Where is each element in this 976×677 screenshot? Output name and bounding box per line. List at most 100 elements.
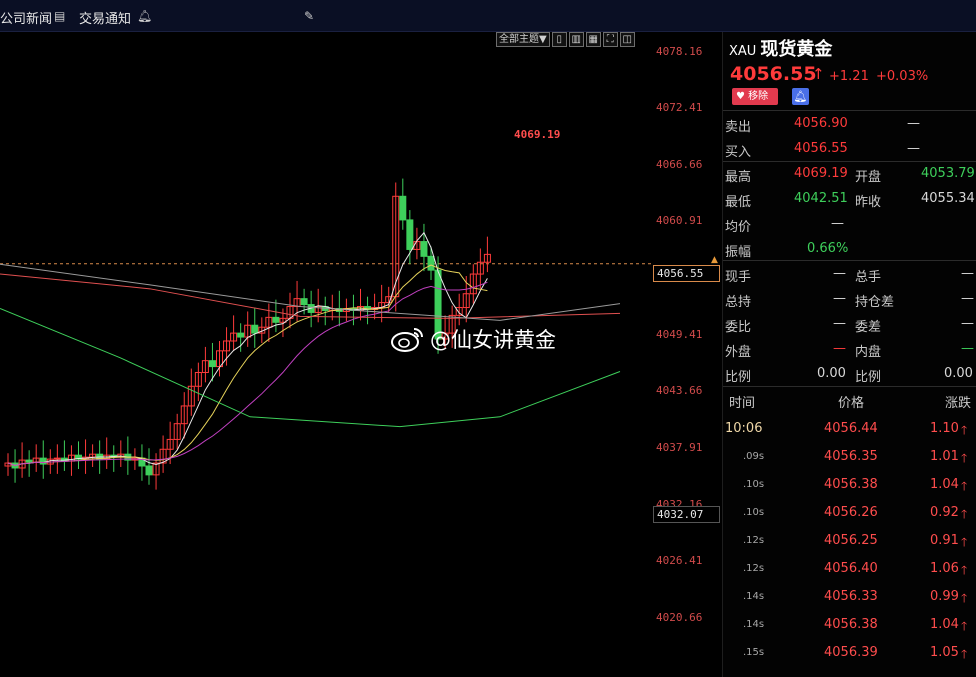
current-price-label: 4056.55 [653,265,720,282]
outer-value: — [833,341,846,356]
prev-close-value: 4055.34 [921,191,975,206]
sell-value: 4056.90 [794,116,848,131]
percent-value: 0.00 [817,366,846,381]
tick-price: 4056.25 [824,533,878,548]
price-change-pct: +0.03% [876,69,929,84]
tick-change: 0.99 [930,589,959,604]
quote-panel: XAU 现货黄金 4056.55 ↑ +1.21 +0.03% ♥ 移除 🔔︎ 卖… [722,32,976,677]
prev-close-label: 昨收 [855,195,882,210]
up-arrow-icon: 🡑 [961,619,968,633]
layout-1-icon[interactable]: ▯ [551,32,567,47]
avg-label: 均价 [725,220,752,235]
theme-dropdown[interactable]: 全部主题▼ [496,32,550,47]
symbol-name: 现货黄金 [760,39,833,60]
price-header: 价格 [838,396,865,411]
percent-row: 比例 0.00 比例 0.00 [723,362,976,387]
percent-label: 比例 [725,370,752,385]
amplitude-value: 0.66% [807,241,849,256]
tick-row: .12s 4056.40 1.06 🡑 [723,555,976,583]
hold-diff-value: — [961,291,974,306]
up-arrow-icon: 🡑 [961,563,968,577]
tick-price: 4056.38 [824,617,878,632]
tick-time: .09s [743,451,765,462]
tick-row: .10s 4056.26 0.92 🡑 [723,499,976,527]
ma20-line [7,281,488,467]
alert-bell-button[interactable]: 🔔︎ [792,88,809,105]
tick-price: 4056.33 [824,589,878,604]
high-open-row: 最高 4069.19 开盘 4053.79 [723,162,976,187]
order-ratio-label: 委比 [725,320,752,335]
up-arrow-icon: 🡑 [961,479,968,493]
ticks-header: 时间 价格 涨跌 [723,388,976,413]
outer-inner-row: 外盘 — 内盘 — [723,337,976,362]
y-tick: 4072.41 [656,101,703,114]
document-icon[interactable]: ▤ [54,9,66,23]
tick-change: 1.10 [930,421,959,436]
pen-icon[interactable]: ✎ [304,9,316,23]
candle-body [420,241,428,257]
weibo-icon [391,328,423,352]
ma10-line [7,264,488,467]
remove-watchlist-button[interactable]: ♥ 移除 [732,88,778,105]
avg-value: — [831,216,844,231]
last-price: 4056.55 [730,63,817,85]
bell-icon[interactable]: 🔔︎ [137,9,152,23]
y-tick: 4020.66 [656,611,703,624]
up-arrow-icon: ↑ [812,65,825,83]
outer-label: 外盘 [725,345,752,360]
open-value: 4053.79 [921,166,975,181]
fullscreen-icon[interactable]: ⛶ [602,32,618,47]
candle-body [272,316,280,323]
tick-row: .15s 4056.39 1.05 🡑 [723,639,976,667]
tick-price: 4056.26 [824,505,878,520]
change-header: 涨跌 [945,396,972,411]
quote-header: XAU 现货黄金 [729,35,832,61]
total-volume-label: 总手 [855,270,882,285]
chart-canvas[interactable] [0,32,722,677]
total-hold-value: — [833,291,846,306]
volume-row: 现手 — 总手 — [723,262,976,287]
tick-time: .12s [743,563,765,574]
symbol-code: XAU [729,44,757,59]
amplitude-row: 振幅 0.66% [723,237,976,262]
layout-3-icon[interactable]: ▦ [585,32,601,47]
time-header: 时间 [729,396,756,411]
y-tick: 4026.41 [656,554,703,567]
total-hold-label: 总持 [725,295,752,310]
tick-row: .14s 4056.38 1.04 🡑 [723,611,976,639]
trade-notice-link[interactable]: 交易通知 [79,8,131,27]
divider [723,260,976,261]
tick-change: 1.01 [930,449,959,464]
top-bar: 公司新闻 ▤ 交易通知 🔔︎ ✎ [0,0,976,32]
tick-row: 10:06 4056.44 1.10 🡑 [723,415,976,443]
layout-2-icon[interactable]: ▥ [568,32,584,47]
divider [723,386,976,387]
y-tick: 4078.16 [656,45,703,58]
split-icon[interactable]: ◫ [619,32,635,47]
tick-time: .10s [743,507,765,518]
sell-label: 卖出 [725,120,752,135]
sell-volume: — [907,116,920,131]
avg-row: 均价 — [723,212,976,237]
company-news-link[interactable]: 公司新闻 [0,8,52,27]
sell-row: 卖出 4056.90 — [723,112,976,137]
buy-label: 买入 [725,145,752,160]
low-value: 4042.51 [794,191,848,206]
order-ratio-value: — [833,316,846,331]
tick-time: .14s [743,619,765,630]
tick-row: .14s 4056.33 0.99 🡑 [723,583,976,611]
order-diff-label: 委差 [855,320,882,335]
high-label: 最高 [725,170,752,185]
kline-chart[interactable]: 全部主题▼ ▯ ▥ ▦ ⛶ ◫ 4078.16 4072.41 4066.66 … [0,32,722,677]
price-change: +1.21 [829,69,869,84]
tick-change: 1.05 [930,645,959,660]
tick-change: 0.92 [930,505,959,520]
tick-time: .10s [743,479,765,490]
buy-value: 4056.55 [794,141,848,156]
up-arrow-icon: 🡑 [961,507,968,521]
open-label: 开盘 [855,170,882,185]
up-arrow-icon: 🡑 [961,535,968,549]
tick-change: 1.06 [930,561,959,576]
watermark: @仙女讲黄金 [390,324,556,354]
tick-price: 4056.44 [824,421,878,436]
